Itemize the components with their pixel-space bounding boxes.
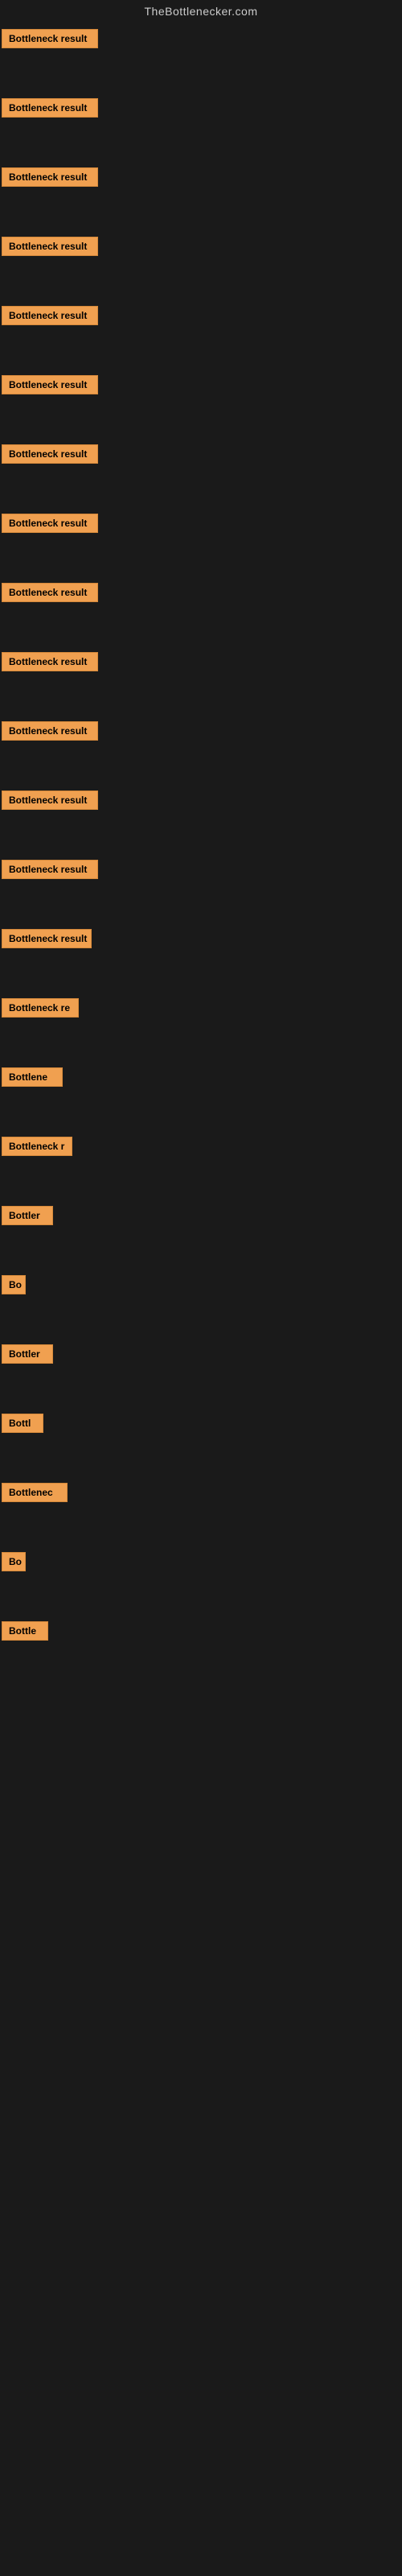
bottleneck-row: Bottleneck result: [0, 230, 402, 299]
bottleneck-badge[interactable]: Bottleneck result: [2, 791, 98, 810]
bottleneck-row: Bottleneck result: [0, 784, 402, 853]
page-container: TheBottlenecker.com Bottleneck result Bot…: [0, 0, 402, 1684]
bottleneck-badge[interactable]: Bottleneck result: [2, 98, 98, 118]
bottleneck-badge[interactable]: Bottleneck r: [2, 1137, 72, 1156]
bottleneck-row: Bottleneck result: [0, 853, 402, 923]
bottleneck-row: Bottleneck result: [0, 23, 402, 92]
bottleneck-badge[interactable]: Bottleneck result: [2, 306, 98, 325]
bottleneck-badge[interactable]: Bottleneck re: [2, 998, 79, 1018]
site-title: TheBottlenecker.com: [0, 0, 402, 23]
bottleneck-row: Bo: [0, 1546, 402, 1615]
bottleneck-badge[interactable]: Bottleneck result: [2, 29, 98, 48]
bottleneck-row: Bottl: [0, 1407, 402, 1476]
bottleneck-badge[interactable]: Bottleneck result: [2, 444, 98, 464]
bottleneck-badge[interactable]: Bottleneck result: [2, 167, 98, 187]
bottleneck-badge[interactable]: Bo: [2, 1552, 26, 1571]
bottleneck-badge[interactable]: Bo: [2, 1275, 26, 1294]
bottleneck-row: Bottleneck result: [0, 299, 402, 369]
bottleneck-badge[interactable]: Bottleneck result: [2, 929, 92, 948]
bottleneck-row: Bottler: [0, 1338, 402, 1407]
bottleneck-row: Bottlenec: [0, 1476, 402, 1546]
bottleneck-badge[interactable]: Bottle: [2, 1621, 48, 1641]
bottleneck-badge[interactable]: Bottleneck result: [2, 860, 98, 879]
bottleneck-badge[interactable]: Bottler: [2, 1206, 53, 1225]
bottleneck-badge[interactable]: Bottleneck result: [2, 375, 98, 394]
bottleneck-row: Bottle: [0, 1615, 402, 1684]
bottleneck-row: Bottler: [0, 1199, 402, 1269]
bottleneck-row: Bottleneck result: [0, 576, 402, 646]
bottleneck-badge[interactable]: Bottler: [2, 1344, 53, 1364]
bottleneck-badge[interactable]: Bottleneck result: [2, 237, 98, 256]
bottleneck-row: Bottleneck result: [0, 92, 402, 161]
bottleneck-row: Bottleneck result: [0, 369, 402, 438]
bottleneck-row: Bottleneck result: [0, 715, 402, 784]
bottleneck-badge[interactable]: Bottl: [2, 1414, 43, 1433]
bottleneck-row: Bottleneck result: [0, 161, 402, 230]
bottleneck-row: Bottleneck result: [0, 438, 402, 507]
bottleneck-row: Bottleneck result: [0, 646, 402, 715]
bottleneck-badge[interactable]: Bottleneck result: [2, 514, 98, 533]
bottleneck-badge[interactable]: Bottleneck result: [2, 652, 98, 671]
bottleneck-badge[interactable]: Bottleneck result: [2, 583, 98, 602]
bottleneck-badge[interactable]: Bottlenec: [2, 1483, 68, 1502]
bottleneck-row: Bottleneck re: [0, 992, 402, 1061]
bottleneck-row: Bottleneck result: [0, 507, 402, 576]
bottleneck-row: Bottleneck result: [0, 923, 402, 992]
bottleneck-badge[interactable]: Bottlene: [2, 1067, 63, 1087]
bottleneck-row: Bo: [0, 1269, 402, 1338]
bottleneck-row: Bottleneck r: [0, 1130, 402, 1199]
bottleneck-row: Bottlene: [0, 1061, 402, 1130]
bottleneck-badge[interactable]: Bottleneck result: [2, 721, 98, 741]
